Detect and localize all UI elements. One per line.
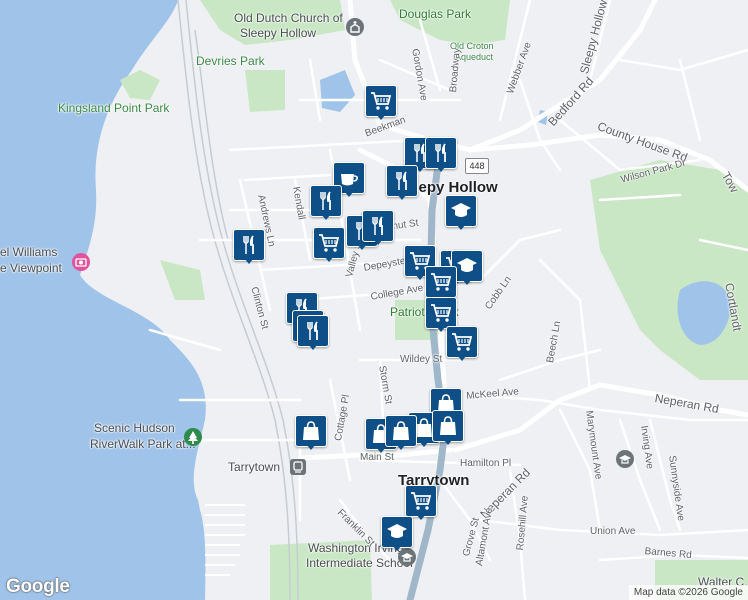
school-icon-marymount[interactable] xyxy=(616,450,634,468)
street-hamilton-pl: Hamilton Pl xyxy=(460,458,512,469)
old-dutch-church-label-2: Sleepy Hollow xyxy=(240,26,317,40)
school-icon xyxy=(457,258,477,272)
daniel-williams-label-1: el Williams xyxy=(0,245,58,259)
grocery-icon xyxy=(411,492,432,510)
marker-grocery[interactable] xyxy=(446,326,478,361)
restaurant-icon xyxy=(396,171,407,190)
church-icon[interactable] xyxy=(346,18,364,36)
grocery-icon xyxy=(371,92,392,110)
marker-shopping[interactable] xyxy=(385,415,417,450)
scenic-hudson-label-1: Scenic Hudson xyxy=(94,421,175,435)
scenic-hudson-label-2: RiverWalk Park at... xyxy=(90,437,196,451)
street-wildey-st: Wildey St xyxy=(400,354,443,365)
marker-school[interactable] xyxy=(381,516,413,551)
kingsland-point-park-label: Kingsland Point Park xyxy=(58,101,170,115)
marker-grocery[interactable] xyxy=(425,266,457,301)
marker-restaurant[interactable] xyxy=(425,137,457,172)
school-icon xyxy=(451,203,471,217)
shopping-icon xyxy=(393,421,409,440)
old-dutch-church-label-1: Old Dutch Church of xyxy=(234,11,343,25)
marker-grocery[interactable] xyxy=(313,227,345,262)
train-station-icon[interactable] xyxy=(290,459,306,475)
marker-restaurant[interactable] xyxy=(386,165,418,200)
washington-irving-label-2: Intermediate School xyxy=(306,556,413,570)
daniel-williams-label-2: e Viewpoint xyxy=(0,261,62,275)
map-canvas[interactable]: Old Dutch Church of Sleepy Hollow Dougla… xyxy=(0,0,748,600)
route-448-shield: 448 xyxy=(465,158,489,174)
restaurant-icon xyxy=(435,143,446,162)
marker-restaurant[interactable] xyxy=(297,315,329,350)
map-attribution: Map data ©2026 Google xyxy=(628,585,748,600)
restaurant-icon xyxy=(243,235,254,254)
grocery-icon xyxy=(319,234,340,252)
marker-restaurant[interactable] xyxy=(310,185,342,220)
marker-grocery[interactable] xyxy=(365,85,397,120)
marker-restaurant[interactable] xyxy=(362,210,394,245)
grocery-icon xyxy=(431,304,452,322)
marker-grocery[interactable] xyxy=(405,485,437,520)
marker-restaurant[interactable] xyxy=(233,229,265,264)
street-main-st: Main St xyxy=(360,452,394,463)
google-logo: Google xyxy=(6,576,70,597)
street-union-ave: Union Ave xyxy=(590,526,636,537)
shopping-icon xyxy=(440,416,456,435)
douglas-park-label: Douglas Park xyxy=(399,7,472,21)
marker-shopping[interactable] xyxy=(432,410,464,445)
devries-park-label: Devries Park xyxy=(196,54,265,68)
marker-shopping[interactable] xyxy=(295,415,327,450)
restaurant-icon xyxy=(372,216,383,235)
school-icon xyxy=(387,524,407,538)
grocery-icon xyxy=(431,273,452,291)
tarrytown-station-label: Tarrytown xyxy=(228,460,281,474)
marker-school[interactable] xyxy=(445,195,477,230)
park-tree-icon[interactable] xyxy=(184,428,202,446)
grocery-icon xyxy=(452,333,473,351)
camera-icon[interactable] xyxy=(72,253,90,271)
shopping-icon xyxy=(303,421,319,440)
restaurant-icon xyxy=(307,321,318,340)
restaurant-icon xyxy=(320,191,331,210)
